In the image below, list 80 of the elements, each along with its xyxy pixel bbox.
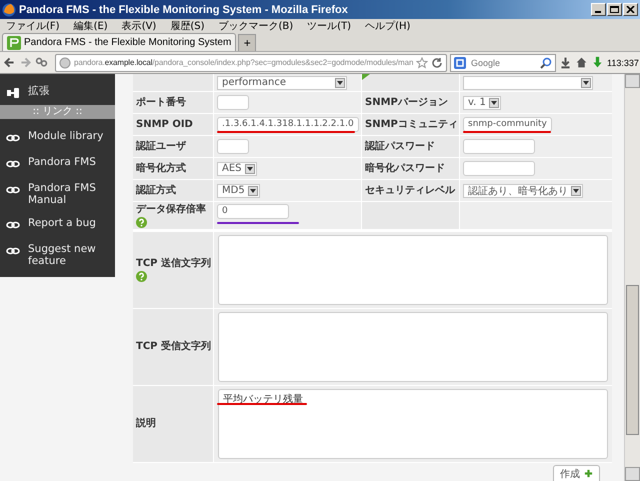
field-label: 認証ユーザ	[136, 140, 186, 152]
url-text: pandora.example.local/pandora_console/index.php?sec=gmodules&sec2=godmode/modules/man	[74, 58, 414, 67]
field-label: 暗号化パスワード	[365, 162, 445, 174]
dropdown[interactable]	[463, 76, 593, 90]
dropdown-arrow-icon	[488, 98, 499, 108]
download-icon[interactable]	[559, 56, 572, 69]
field-label: SNMPバージョン	[365, 96, 448, 108]
star-icon[interactable]	[416, 56, 428, 68]
window-title: Pandora FMS - the Flexible Monitoring System - Mozilla Firefox	[19, 4, 349, 16]
sidebar-link[interactable]: Suggest new feature	[28, 242, 109, 267]
menu-item[interactable]: 表示(V)	[122, 19, 156, 33]
menu-item[interactable]: 編集(E)	[74, 19, 108, 33]
field-label: 認証方式	[136, 184, 176, 196]
scrollbar[interactable]	[624, 74, 640, 481]
text-area[interactable]: 平均バッテリ残量	[218, 389, 608, 459]
history-icon[interactable]	[35, 56, 48, 69]
home-icon[interactable]	[575, 56, 588, 69]
sidebar-item[interactable]: 拡張	[28, 84, 50, 97]
field-label: 認証パスワード	[365, 140, 435, 152]
menu-item[interactable]: 履歴(S)	[170, 19, 204, 33]
plug-icon	[6, 86, 20, 100]
sidebar-link[interactable]: Module library	[28, 129, 104, 142]
minimize-button[interactable]	[591, 3, 606, 16]
menu-item[interactable]: ヘルプ(H)	[365, 19, 410, 33]
search-placeholder: Google	[471, 58, 502, 68]
sidebar-link[interactable]: Report a bug	[28, 216, 96, 229]
dropdown[interactable]: AES	[217, 162, 257, 176]
plus-icon	[584, 469, 593, 478]
dropdown-arrow-icon	[244, 164, 255, 174]
close-icon	[626, 6, 635, 13]
browser-tab[interactable]: Pandora FMS - the Flexible Monitoring System	[2, 33, 236, 51]
dropdown-arrow-icon	[581, 78, 591, 88]
help-icon	[136, 271, 147, 282]
maximize-icon	[610, 6, 619, 13]
counter-text: 113:337	[607, 58, 639, 68]
input-field[interactable]	[217, 139, 249, 154]
menu-item[interactable]: ツール(T)	[307, 19, 352, 33]
reload-icon[interactable]	[431, 56, 444, 68]
input-field[interactable]	[463, 161, 535, 176]
create-button[interactable]: 作成	[553, 465, 600, 481]
dropdown-arrow-icon	[248, 186, 258, 196]
dropdown-arrow-icon	[571, 186, 581, 196]
field-label: TCP 受信文字列	[136, 341, 211, 353]
search-field[interactable]: Google	[450, 54, 556, 72]
field-label: セキュリティレベル	[365, 184, 455, 196]
input-field[interactable]	[217, 95, 249, 110]
dropdown-arrow-icon	[335, 78, 345, 88]
field-label: 説明	[136, 418, 156, 430]
dropdown[interactable]: v. 1	[463, 96, 501, 110]
search-engine-icon[interactable]	[454, 56, 466, 68]
menu-item[interactable]: ファイル(F)	[6, 19, 60, 33]
sidebar-link[interactable]: Pandora FMS	[28, 155, 96, 168]
down-arrow-icon[interactable]	[591, 56, 604, 69]
dropdown[interactable]: performance	[217, 76, 347, 90]
maximize-button[interactable]	[607, 3, 622, 16]
globe-icon	[59, 56, 71, 68]
menu-item[interactable]: ブックマーク(B)	[218, 19, 294, 33]
address-bar[interactable]: pandora.example.local/pandora_console/index.php?sec=gmodules&sec2=godmode/modules/man	[55, 54, 447, 72]
new-tab-button[interactable]: +	[238, 34, 256, 51]
sidebar-link[interactable]: Pandora FMS Manual	[28, 181, 109, 206]
site-icon	[7, 36, 21, 50]
browser-logo-icon	[2, 2, 16, 16]
sidebar-header: :: リンク ::	[0, 105, 115, 119]
field-label: 暗号化方式	[136, 162, 186, 174]
close-button[interactable]	[623, 3, 638, 16]
dropdown[interactable]: MD5	[217, 184, 260, 198]
input-field[interactable]	[463, 139, 535, 154]
back-icon[interactable]	[3, 56, 16, 69]
input-field[interactable]: snmp-community	[463, 117, 552, 132]
field-label: データ保存倍率	[136, 204, 206, 216]
search-icon[interactable]	[540, 56, 552, 68]
field-label: ポート番号	[136, 96, 186, 108]
input-field[interactable]: 0	[217, 204, 289, 219]
field-label: SNMP OID	[136, 118, 193, 130]
field-label: SNMPコミュニティ	[365, 118, 458, 130]
field-label: TCP 送信文字列	[136, 258, 211, 270]
dropdown[interactable]: 認証あり、暗号化あり	[463, 184, 583, 198]
corner-mark-icon	[362, 74, 370, 80]
input-field[interactable]: .1.3.6.1.4.1.318.1.1.1.2.2.1.0	[217, 117, 359, 132]
help-icon	[136, 217, 147, 228]
